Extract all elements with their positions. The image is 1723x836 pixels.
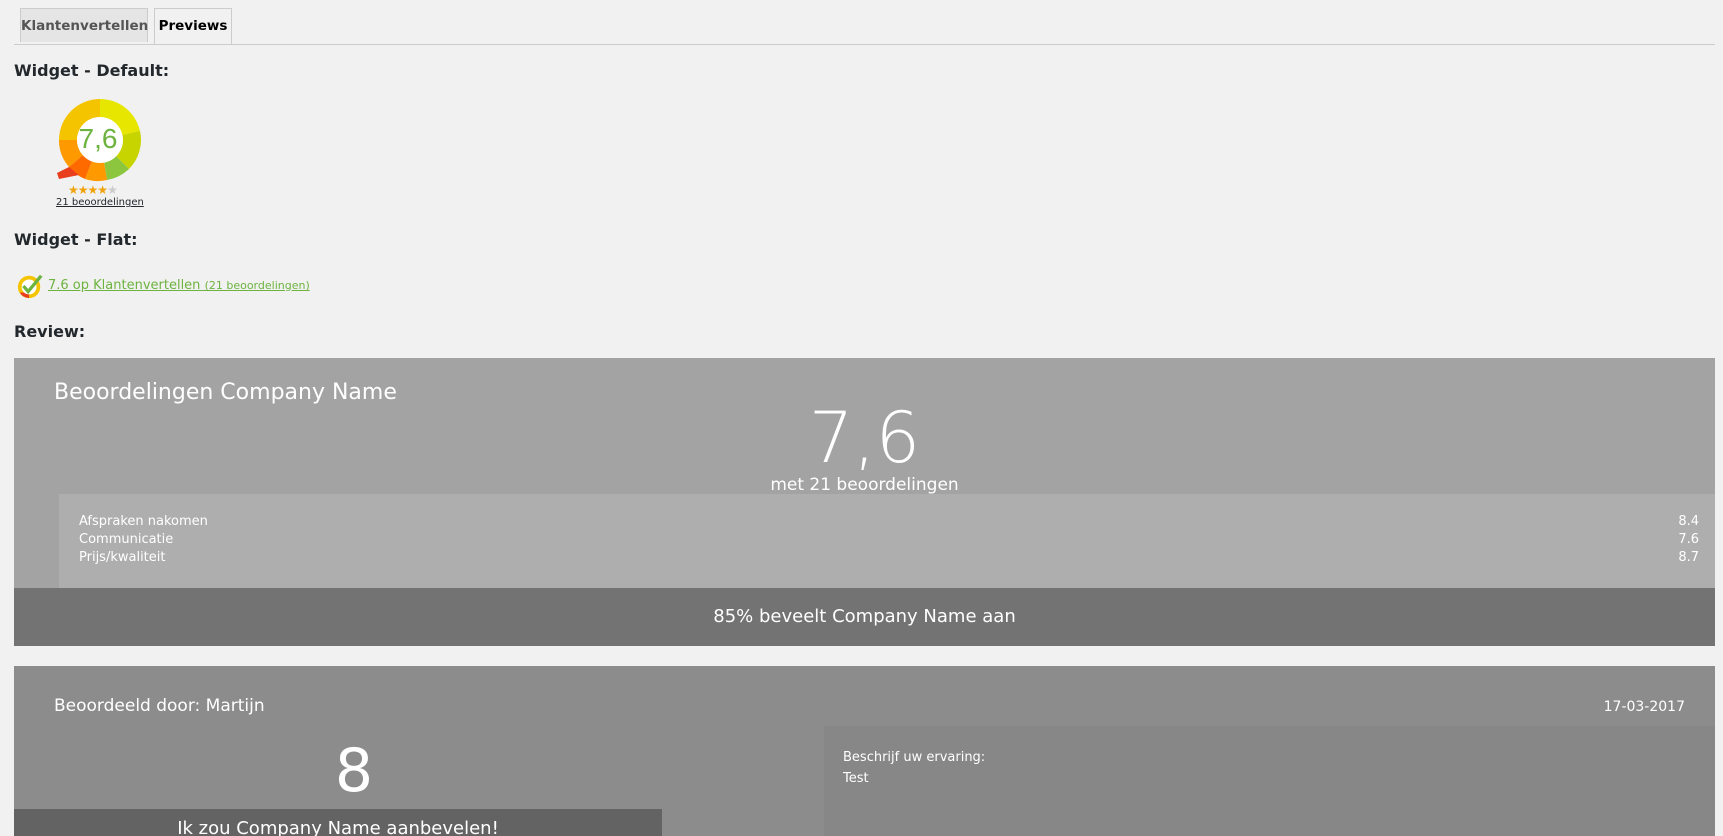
checkmark-logo-icon <box>17 274 43 299</box>
criteria-row: Communicatie 7.6 <box>79 532 1699 550</box>
reviewer-name: Beoordeeld door: Martijn <box>54 696 265 716</box>
widget-default-badge[interactable]: 7,6 ★★★★★ 21 beoordelingen <box>55 95 145 215</box>
star-icon: ★ <box>107 183 118 197</box>
criteria-row: Prijs/kwaliteit 8.7 <box>79 550 1699 568</box>
star-icon: ★ <box>87 183 99 197</box>
single-review-box: Beoordeeld door: Martijn 17-03-2017 8 Ik… <box>14 666 1715 836</box>
review-score: 7,6 <box>808 397 921 479</box>
review-heading: Review: <box>14 322 86 341</box>
criteria-label: Afspraken nakomen <box>79 514 208 529</box>
review-summary-box: Beoordelingen Company Name 7,6 met 21 be… <box>14 358 1715 646</box>
rating-stars: ★★★★★ <box>68 183 118 197</box>
criteria-value: 8.7 <box>1678 550 1699 565</box>
review-date: 17-03-2017 <box>1603 699 1685 715</box>
star-icon: ★ <box>97 183 108 197</box>
experience-label: Beschrijf uw ervaring: <box>843 750 986 765</box>
single-review-score: 8 <box>334 736 374 806</box>
widget-flat-heading: Widget - Flat: <box>14 230 138 249</box>
widget-flat-count: (21 beoordelingen) <box>204 279 310 292</box>
star-icon: ★ <box>68 183 79 197</box>
star-icon: ★ <box>77 183 89 197</box>
widget-default-heading: Widget - Default: <box>14 61 170 80</box>
widget-flat-link[interactable]: 7.6 op Klantenvertellen (21 beoordelinge… <box>48 278 310 293</box>
criteria-label: Communicatie <box>79 532 174 547</box>
widget-flat-link-text: 7.6 op Klantenvertellen <box>48 278 201 293</box>
recommend-banner: 85% beveelt Company Name aan <box>14 588 1715 646</box>
experience-text: Test <box>843 771 869 786</box>
criteria-value: 7.6 <box>1678 532 1699 547</box>
experience-panel: Beschrijf uw ervaring: Test <box>824 726 1715 836</box>
single-review-recommend: Ik zou Company Name aanbevelen! <box>14 809 662 836</box>
criteria-panel: Afspraken nakomen 8.4 Communicatie 7.6 P… <box>59 494 1715 588</box>
tab-klantenvertellen[interactable]: Klantenvertellen <box>20 8 148 42</box>
tab-previews[interactable]: Previews <box>154 8 232 44</box>
criteria-row: Afspraken nakomen 8.4 <box>79 514 1699 532</box>
widget-default-score: 7,6 <box>78 123 118 154</box>
widget-default-count-link[interactable]: 21 beoordelingen <box>56 197 144 208</box>
tab-bar: Klantenvertellen Previews <box>14 8 1715 45</box>
criteria-label: Prijs/kwaliteit <box>79 550 166 565</box>
criteria-value: 8.4 <box>1678 514 1699 529</box>
review-subtitle: met 21 beoordelingen <box>770 475 959 495</box>
